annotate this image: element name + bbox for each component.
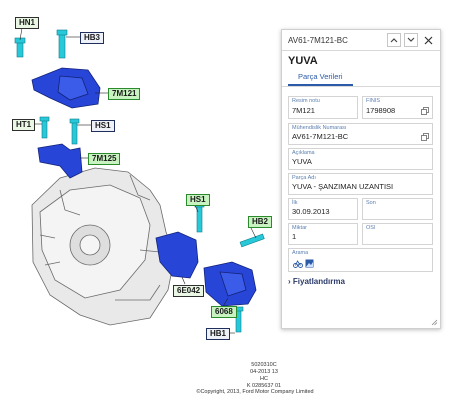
resize-grip-icon[interactable]	[431, 319, 438, 326]
finis-value: 1798908	[366, 106, 396, 115]
end-date-label: Son	[366, 200, 376, 206]
copy-icon[interactable]	[421, 107, 429, 115]
search-label: Arama	[292, 250, 309, 256]
part-details-panel: AV61-7M121-BC YUVA Parça Verileri Resim …	[281, 29, 441, 329]
callout-hs1-upper[interactable]: HS1	[91, 120, 115, 132]
panel-title: AV61-7M121-BC	[288, 35, 348, 45]
callout-6e042[interactable]: 6E042	[173, 285, 205, 297]
close-button[interactable]	[421, 33, 435, 47]
start-date-label: İlk	[292, 200, 298, 206]
drawing-number-label: Resim notu	[292, 98, 320, 104]
engineering-number-field[interactable]: Mühendislik Numarası AV61-7M121-BC	[288, 123, 433, 145]
vehicle-search-icon[interactable]	[293, 259, 303, 268]
description-value: YUVA	[292, 157, 312, 166]
callout-7m121[interactable]: 7M121	[108, 88, 141, 100]
drawing-number-value: 7M121	[292, 106, 315, 115]
drawing-date: 04-2013 13	[250, 369, 278, 375]
panel-header: AV61-7M121-BC	[282, 30, 440, 51]
part-name-label: Parça Adı	[292, 175, 316, 181]
tab-bar: Parça Verileri	[282, 69, 440, 87]
collapse-button[interactable]	[387, 33, 401, 47]
part-name-heading: YUVA	[288, 55, 318, 67]
transmission-housing	[31, 167, 176, 326]
drawing-hc: HC	[260, 376, 268, 382]
callout-7m125[interactable]: 7M125	[88, 153, 121, 165]
drawing-number-field[interactable]: Resim notu 7M121	[288, 96, 358, 119]
pricing-section[interactable]: › Fiyatlandırma	[288, 277, 345, 286]
callout-hb2[interactable]: HB2	[248, 216, 273, 228]
quantity-label: Miktar	[292, 225, 307, 231]
chevron-right-icon: ›	[288, 277, 291, 286]
chevron-up-icon	[390, 38, 398, 43]
pricing-label: Fiyatlandırma	[292, 277, 345, 286]
part-name-value: YUVA - ŞANZIMAN UZANTISI	[292, 182, 394, 191]
end-date-field[interactable]: Son	[362, 198, 433, 220]
start-date-value: 30.09.2013	[292, 207, 330, 216]
finis-label: FINIS	[366, 98, 381, 104]
description-field[interactable]: Açıklama YUVA	[288, 148, 433, 170]
close-icon	[424, 36, 432, 44]
callout-hn1[interactable]: HN1	[15, 17, 40, 29]
start-date-field[interactable]: İlk 30.09.2013	[288, 198, 358, 220]
image-icon[interactable]	[305, 259, 314, 268]
expand-button[interactable]	[404, 33, 418, 47]
tab-part-data[interactable]: Parça Verileri	[288, 72, 353, 86]
osi-field[interactable]: OSI	[362, 223, 433, 245]
mount-bracket-7m121	[31, 67, 101, 109]
quantity-value: 1	[292, 232, 297, 241]
osi-label: OSI	[366, 225, 376, 231]
engine-mount-6068	[203, 261, 257, 307]
part-name-field[interactable]: Parça Adı YUVA - ŞANZIMAN UZANTISI	[288, 173, 433, 195]
callout-hb1[interactable]: HB1	[206, 328, 231, 340]
drawing-code: 5020310C	[251, 362, 277, 368]
callout-hs1-lower[interactable]: HS1	[186, 194, 210, 206]
description-label: Açıklama	[292, 150, 315, 156]
search-field[interactable]: Arama	[288, 248, 433, 272]
callout-hb3[interactable]: HB3	[80, 32, 105, 44]
chevron-down-icon	[407, 37, 415, 42]
engineering-number-label: Mühendislik Numarası	[292, 125, 347, 131]
copy-icon[interactable]	[421, 133, 429, 141]
finis-field[interactable]: FINIS 1798908	[362, 96, 433, 119]
callout-6068[interactable]: 6068	[211, 306, 237, 318]
engineering-number-value: AV61-7M121-BC	[292, 132, 349, 141]
callout-ht1[interactable]: HT1	[12, 119, 36, 131]
copyright-notice: ©Copyright, 2013, Ford Motor Company Lim…	[196, 389, 314, 395]
quantity-field[interactable]: Miktar 1	[288, 223, 358, 245]
mount-bracket-7m125	[37, 143, 83, 179]
